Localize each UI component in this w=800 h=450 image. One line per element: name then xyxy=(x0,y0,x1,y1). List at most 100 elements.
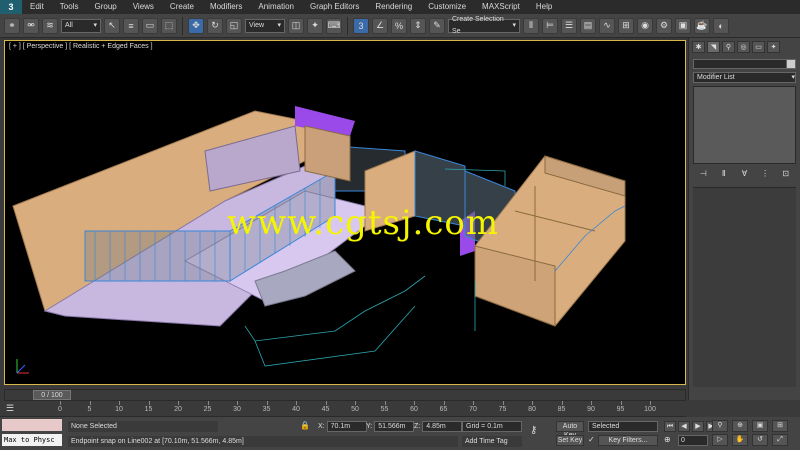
reference-coordinate-dropdown[interactable]: View ▾ xyxy=(245,18,285,33)
set-keys-key-icon[interactable]: ⚷ xyxy=(530,425,550,439)
field-of-view-icon[interactable]: ▷ xyxy=(712,434,728,446)
pivot-center-icon[interactable]: ◫ xyxy=(288,17,304,34)
menu-create[interactable]: Create xyxy=(162,0,202,14)
perspective-viewport[interactable]: [ + ] [ Perspective ] [ Realistic + Edge… xyxy=(4,40,686,385)
modifier-list-dropdown[interactable]: Modifier List ▾ xyxy=(693,72,796,83)
display-tab-icon[interactable]: ▭ xyxy=(752,41,765,53)
angle-snap-icon[interactable]: ∠ xyxy=(372,17,388,34)
z-coordinate-field[interactable]: 4.85m xyxy=(422,421,463,432)
object-name-field[interactable] xyxy=(693,59,796,69)
x-coordinate-field[interactable]: 70.1m xyxy=(326,421,367,432)
hierarchy-tab-icon[interactable]: ⚲ xyxy=(722,41,735,53)
modify-tab-icon[interactable]: ◥ xyxy=(707,41,720,53)
app-logo-icon[interactable]: 3 xyxy=(0,0,22,14)
select-by-name-icon[interactable]: ≡ xyxy=(123,17,139,34)
zoom-icon[interactable]: ⚲ xyxy=(712,420,728,432)
motion-tab-icon[interactable]: ◎ xyxy=(737,41,750,53)
unlink-icon[interactable]: ⚮ xyxy=(23,17,39,34)
render-production-icon[interactable]: ☕ xyxy=(694,17,710,34)
material-editor-icon[interactable]: ◉ xyxy=(637,17,653,34)
add-time-tag-button[interactable]: Add Time Tag xyxy=(462,436,522,447)
zoom-extents-all-icon[interactable]: ⊞ xyxy=(772,420,788,432)
key-mode-icon[interactable]: ✓ xyxy=(588,435,598,446)
select-and-rotate-icon[interactable]: ↻ xyxy=(207,17,223,34)
percent-snap-icon[interactable]: % xyxy=(391,17,407,34)
mini-curve-editor-icon[interactable]: ☰ xyxy=(6,403,20,414)
auto-key-button[interactable]: Auto Key xyxy=(556,421,584,439)
graphite-ribbon-icon[interactable]: ▤ xyxy=(580,17,596,34)
maximize-viewport-icon[interactable]: ⤢ xyxy=(772,434,788,446)
zoom-all-icon[interactable]: ⊕ xyxy=(732,420,748,432)
curve-editor-icon[interactable]: ∿ xyxy=(599,17,615,34)
select-manipulate-icon[interactable]: ✦ xyxy=(307,17,323,34)
utilities-tab-icon[interactable]: ✦ xyxy=(767,41,780,53)
time-slider[interactable]: 0 / 100 xyxy=(4,389,686,401)
selection-filter-dropdown[interactable]: All ▾ xyxy=(61,18,101,33)
select-and-move-icon[interactable]: ✥ xyxy=(188,17,204,34)
menu-rendering[interactable]: Rendering xyxy=(367,0,420,14)
mirror-icon[interactable]: ⫴ xyxy=(523,17,539,34)
previous-frame-icon[interactable]: ◀ xyxy=(678,421,690,432)
menu-bar: 3 Edit Tools Group Views Create Modifier… xyxy=(0,0,800,14)
time-slider-handle[interactable]: 0 / 100 xyxy=(33,390,71,400)
show-end-result-icon[interactable]: Ⅱ xyxy=(718,169,730,179)
make-unique-icon[interactable]: ∀ xyxy=(738,169,750,179)
key-filters-button[interactable]: Key Filters... xyxy=(598,435,658,446)
x-label: X: xyxy=(318,423,325,430)
key-set-dropdown[interactable]: Selected xyxy=(588,421,658,432)
menu-edit[interactable]: Edit xyxy=(22,0,52,14)
grid-spacing-display: Grid = 0.1m xyxy=(462,421,522,432)
remove-modifier-icon[interactable]: ⋮ xyxy=(759,169,771,179)
object-color-swatch[interactable] xyxy=(786,59,796,69)
align-icon[interactable]: ⊨ xyxy=(542,17,558,34)
menu-animation[interactable]: Animation xyxy=(250,0,302,14)
maxscript-listener-input[interactable] xyxy=(2,419,62,431)
y-coordinate-field[interactable]: 51.566m xyxy=(374,421,415,432)
menu-help[interactable]: Help xyxy=(528,0,560,14)
layer-manager-icon[interactable]: ☰ xyxy=(561,17,577,34)
set-key-button[interactable]: Set Key xyxy=(556,435,584,446)
configure-modifier-sets-icon[interactable]: ⊡ xyxy=(780,169,792,179)
stack-controls: ⊣ Ⅱ ∀ ⋮ ⊡ xyxy=(689,167,800,181)
spinner-snap-icon[interactable]: ⇕ xyxy=(410,17,426,34)
modifier-stack-list[interactable] xyxy=(693,86,796,164)
select-object-icon[interactable]: ↖ xyxy=(104,17,120,34)
ruler-tick-label: 50 xyxy=(351,406,359,413)
select-and-scale-icon[interactable]: ◱ xyxy=(226,17,242,34)
current-frame-field[interactable]: 0 xyxy=(678,435,708,446)
named-selection-dropdown[interactable]: Create Selection Se ▾ xyxy=(448,16,520,35)
select-and-link-icon[interactable]: ⚭ xyxy=(4,17,20,34)
menu-graph-editors[interactable]: Graph Editors xyxy=(302,0,367,14)
play-icon[interactable]: ▶ xyxy=(692,421,704,432)
maxscript-output[interactable]: Max to Physc xyxy=(2,434,62,446)
ruler-tick xyxy=(443,401,445,405)
menu-customize[interactable]: Customize xyxy=(420,0,474,14)
bind-space-warp-icon[interactable]: ≋ xyxy=(42,17,58,34)
render-setup-icon[interactable]: ⚙ xyxy=(656,17,672,34)
toolbar-divider xyxy=(182,16,183,35)
selection-lock-icon[interactable]: 🔒 xyxy=(300,421,310,431)
menu-tools[interactable]: Tools xyxy=(52,0,87,14)
y-coordinate-group: Y: 51.566m xyxy=(366,421,415,432)
render-iterative-icon[interactable]: ◐ xyxy=(713,17,729,34)
time-configuration-icon[interactable]: ⊕ xyxy=(664,435,676,446)
pan-icon[interactable]: ✋ xyxy=(732,434,748,446)
ruler-tick-label: 75 xyxy=(498,406,507,413)
rectangular-selection-icon[interactable]: ▭ xyxy=(142,17,158,34)
playback-controls: ⏮ ◀ ▶ ▶| xyxy=(664,421,718,432)
pin-stack-icon[interactable]: ⊣ xyxy=(697,169,709,179)
create-tab-icon[interactable]: ✱ xyxy=(692,41,705,53)
orbit-icon[interactable]: ↺ xyxy=(752,434,768,446)
menu-group[interactable]: Group xyxy=(86,0,124,14)
menu-modifiers[interactable]: Modifiers xyxy=(202,0,250,14)
window-crossing-icon[interactable]: ⬚ xyxy=(161,17,177,34)
snaps-toggle-icon[interactable]: 3 xyxy=(353,17,369,34)
schematic-view-icon[interactable]: ⊞ xyxy=(618,17,634,34)
keyboard-shortcut-override-icon[interactable]: ⌨ xyxy=(326,17,342,34)
edit-named-selection-icon[interactable]: ✎ xyxy=(429,17,445,34)
rendered-frame-window-icon[interactable]: ▣ xyxy=(675,17,691,34)
menu-views[interactable]: Views xyxy=(125,0,162,14)
menu-maxscript[interactable]: MAXScript xyxy=(474,0,528,14)
go-to-start-icon[interactable]: ⏮ xyxy=(664,421,676,432)
zoom-extents-icon[interactable]: ▣ xyxy=(752,420,768,432)
